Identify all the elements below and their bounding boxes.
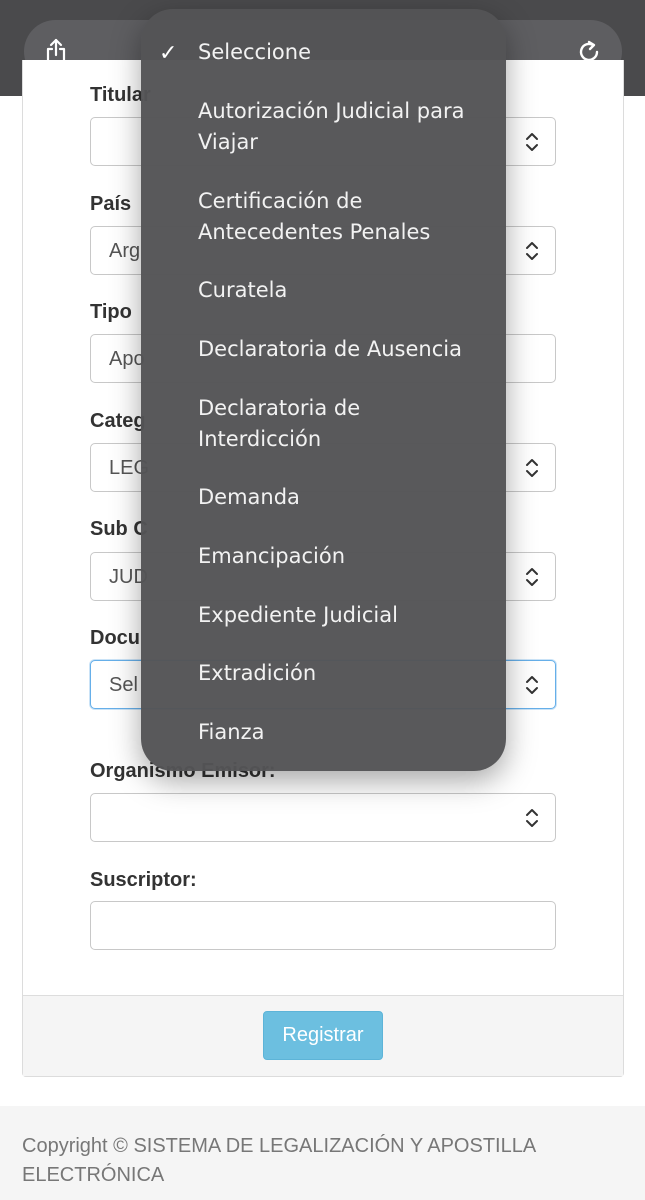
categoria-label: Categ [90, 410, 146, 432]
option-expediente-judicial[interactable]: Expediente Judicial [198, 600, 488, 631]
chevron-updown-icon [526, 133, 538, 151]
subcategoria-label: Sub C [90, 518, 148, 540]
option-fianza[interactable]: Fianza [198, 717, 488, 748]
chevron-updown-icon [526, 809, 538, 827]
chevron-updown-icon [526, 676, 538, 694]
option-extradicion[interactable]: Extradición [198, 658, 488, 689]
register-button[interactable]: Registrar [263, 1011, 383, 1060]
option-autorizacion-judicial[interactable]: Autorización Judicial para Viajar [198, 96, 488, 158]
chevron-updown-icon [526, 568, 538, 586]
pais-label: País [90, 193, 132, 215]
option-declaratoria-interdiccion[interactable]: Declaratoria de Interdicción [198, 393, 488, 455]
option-seleccione[interactable]: Seleccione [198, 37, 488, 68]
option-demanda[interactable]: Demanda [198, 482, 488, 513]
checkmark-icon: ✓ [159, 41, 178, 66]
chevron-updown-icon [526, 242, 538, 260]
documento-value: Sel [109, 674, 138, 696]
option-curatela[interactable]: Curatela [198, 275, 488, 306]
suscriptor-label: Suscriptor: [90, 869, 197, 891]
pais-value: Arg [109, 240, 141, 262]
option-certificacion-antecedentes[interactable]: Certificación de Antecedentes Penales [198, 186, 488, 248]
option-declaratoria-ausencia[interactable]: Declaratoria de Ausencia [198, 334, 488, 365]
documento-label: Docu [90, 627, 140, 649]
suscriptor-input[interactable] [90, 901, 556, 950]
tipo-value: Apo [109, 348, 145, 370]
tipo-label: Tipo [90, 301, 132, 323]
document-dropdown-menu: ✓ Seleccione Autorización Judicial para … [141, 9, 506, 771]
chevron-updown-icon [526, 459, 538, 477]
option-emancipacion[interactable]: Emancipación [198, 541, 488, 572]
organismo-emisor-select[interactable] [90, 793, 556, 842]
copyright-text: Copyright © SISTEMA DE LEGALIZACIÓN Y AP… [22, 1135, 536, 1186]
